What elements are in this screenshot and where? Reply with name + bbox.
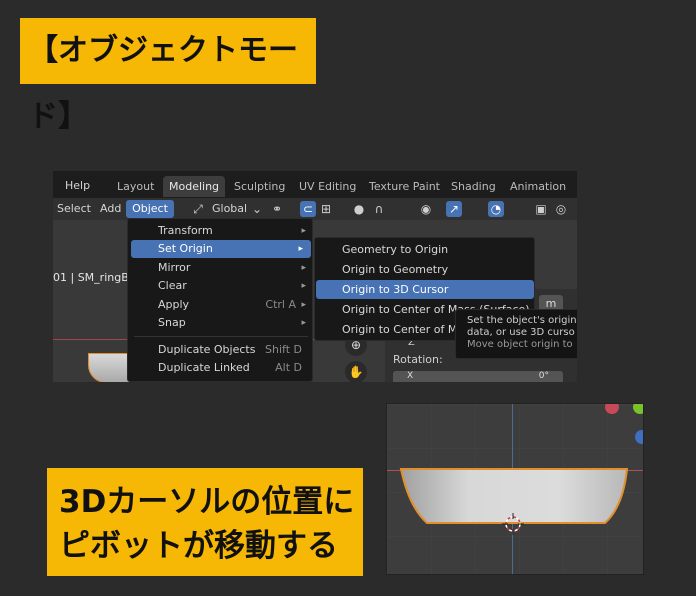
rotation-x-label: X	[407, 371, 414, 381]
submenu-arrow-icon: ▸	[301, 263, 306, 273]
menu-item-duplicate-objects[interactable]: Duplicate Objects Shift D	[128, 341, 314, 359]
tab-texture-paint[interactable]: Texture Paint	[363, 176, 446, 197]
menu-item-label: Set Origin	[158, 242, 213, 255]
menu-item-origin-to-3d-cursor[interactable]: Origin to 3D Cursor	[316, 280, 534, 299]
3d-cursor-icon	[502, 513, 524, 535]
menu-item-transform[interactable]: Transform ▸	[128, 222, 314, 240]
tab-uv-editing[interactable]: UV Editing	[293, 176, 362, 197]
snap-icon[interactable]: ⊂	[300, 201, 316, 217]
menu-item-shortcut: Shift D	[265, 343, 302, 356]
hand-pan-icon[interactable]: ✋	[345, 361, 367, 382]
pivot-annotation-line1: 3Dカーソルの位置に	[59, 484, 355, 520]
object-menu-button[interactable]: Object	[126, 200, 174, 218]
menu-item-apply[interactable]: Apply Ctrl A ▸	[128, 296, 314, 314]
tooltip-line1: Set the object's origin	[467, 315, 577, 326]
viewport-header: Select Add Object ⤢ Global ⌄ ⚭ ⊂ ⊞ ● ∩ ◉…	[53, 198, 577, 220]
menu-item-shortcut: Ctrl A	[265, 298, 296, 311]
gizmo-z-axis-icon[interactable]	[635, 430, 643, 444]
submenu-arrow-icon: ▸	[301, 318, 306, 328]
tab-layout[interactable]: Layout	[111, 176, 160, 197]
submenu-arrow-icon: ▸	[301, 226, 306, 236]
submenu-arrow-icon: ▸	[301, 281, 306, 291]
overlay-toggle-icon[interactable]: ◔	[488, 201, 504, 217]
rotation-x-value: 0°	[538, 371, 549, 381]
pivot-annotation-line2: ピボットが移動する	[59, 528, 338, 564]
menu-item-label: Duplicate Objects	[158, 343, 256, 356]
blender-topbar: Help Layout Modeling Sculpting UV Editin…	[53, 171, 577, 198]
wireframe-shading-icon[interactable]: ◎	[553, 201, 569, 217]
transform-orientation-icon: ⤢	[193, 202, 203, 216]
mode-annotation-label: 【オブジェクトモード】	[20, 18, 316, 134]
select-menu[interactable]: Select	[57, 202, 91, 215]
submenu-arrow-icon: ▸	[298, 244, 303, 254]
chevron-down-icon[interactable]: ⌄	[249, 201, 265, 217]
tab-modeling[interactable]: Modeling	[163, 176, 226, 197]
gizmo-y-axis-icon[interactable]	[633, 404, 643, 414]
menu-item-label: Apply	[158, 298, 190, 311]
tab-animation[interactable]: Animation	[504, 176, 572, 197]
xray-icon[interactable]: ▣	[533, 201, 549, 217]
menu-item-clear[interactable]: Clear ▸	[128, 277, 314, 295]
menu-item-origin-to-geometry[interactable]: Origin to Geometry	[315, 260, 536, 279]
menu-item-mirror[interactable]: Mirror ▸	[128, 259, 314, 277]
menu-item-label: Snap	[158, 316, 186, 329]
snap-increment-icon[interactable]: ⊞	[318, 201, 334, 217]
outliner-object-label: 01 | SM_ringBle	[53, 271, 139, 284]
tab-shading[interactable]: Shading	[445, 176, 502, 197]
blender-object-menu-screenshot: Help Layout Modeling Sculpting UV Editin…	[53, 171, 577, 382]
gizmo-toggle-icon[interactable]: ↗	[446, 201, 462, 217]
tooltip-line2: data, or use 3D curso	[467, 327, 575, 338]
menu-item-label: Duplicate Linked	[158, 361, 250, 374]
menu-item-snap[interactable]: Snap ▸	[128, 314, 314, 332]
menu-item-label: Clear	[158, 279, 187, 292]
rotation-x-field[interactable]: X 0°	[393, 371, 563, 382]
blender-viewport-result-screenshot[interactable]	[386, 403, 644, 575]
add-menu[interactable]: Add	[100, 202, 121, 215]
menu-separator	[134, 336, 308, 337]
visibility-icon[interactable]: ◉	[418, 201, 434, 217]
help-menu[interactable]: Help	[65, 179, 90, 192]
tooltip-line3: Move object origin to	[467, 339, 573, 350]
transform-orientation-dropdown[interactable]: Global	[212, 202, 247, 215]
rotation-label: Rotation:	[393, 353, 443, 366]
tab-sculpting[interactable]: Sculpting	[228, 176, 291, 197]
pivot-annotation-label: 3Dカーソルの位置に ピボットが移動する	[47, 468, 363, 576]
set-origin-tooltip: Set the object's origin data, or use 3D …	[455, 309, 577, 359]
menu-item-label: Mirror	[158, 261, 191, 274]
submenu-arrow-icon: ▸	[301, 300, 306, 310]
menu-item-duplicate-linked[interactable]: Duplicate Linked Alt D	[128, 359, 314, 377]
object-dropdown-menu: Transform ▸ Set Origin ▸ Mirror ▸ Clear …	[127, 218, 313, 382]
menu-item-label: Transform	[158, 224, 213, 237]
menu-item-geometry-to-origin[interactable]: Geometry to Origin	[315, 240, 536, 259]
pivot-link-icon[interactable]: ⚭	[269, 201, 285, 217]
menu-item-set-origin[interactable]: Set Origin ▸	[131, 240, 311, 258]
proportional-edit-icon[interactable]: ●	[351, 201, 367, 217]
menu-item-shortcut: Alt D	[275, 361, 302, 374]
falloff-icon[interactable]: ∩	[371, 201, 387, 217]
